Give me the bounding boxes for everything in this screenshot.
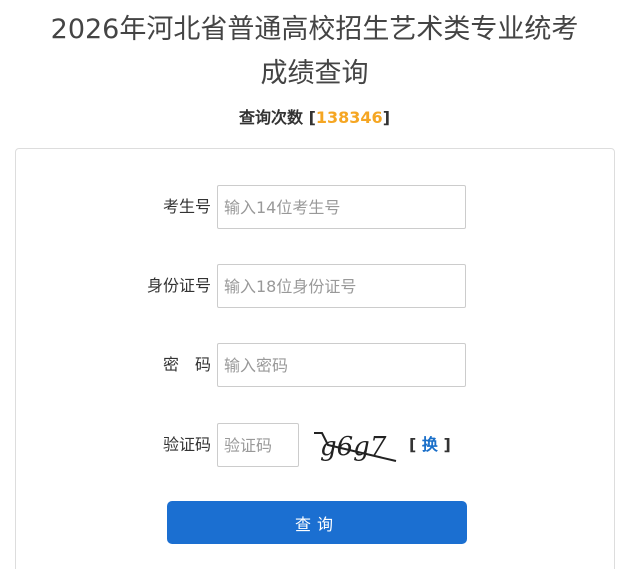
query-counter-close-bracket: ] (382, 108, 390, 127)
id-card-label: 身份证号 (146, 276, 211, 295)
query-form-panel: 考生号 身份证号 密 码 验证码 g6g7 [ 换 ] 查询 (15, 148, 615, 569)
page-subtitle: 成绩查询 (260, 58, 369, 89)
query-counter-label: 查询次数 (238, 108, 303, 127)
captcha-refresh-link[interactable]: [ 换 ] (409, 423, 451, 467)
candidate-id-input[interactable] (217, 185, 466, 229)
refresh-open-bracket: [ (409, 435, 417, 454)
query-counter-open-bracket: [ (308, 108, 316, 127)
query-submit-button[interactable]: 查询 (167, 501, 467, 544)
captcha-label: 验证码 (162, 435, 211, 454)
password-row: 密 码 (16, 343, 614, 387)
id-card-row: 身份证号 (16, 264, 614, 308)
captcha-row: 验证码 g6g7 [ 换 ] (16, 423, 614, 467)
refresh-label: 换 (421, 435, 438, 454)
refresh-close-bracket: ] (443, 435, 451, 454)
query-counter: 查询次数 [138346] (0, 106, 629, 130)
candidate-id-row: 考生号 (16, 185, 614, 229)
captcha-input[interactable] (217, 423, 299, 467)
captcha-image[interactable]: g6g7 (312, 423, 398, 467)
page-title: 2026年河北省普通高校招生艺术类专业统考 (50, 14, 579, 45)
password-label: 密 码 (162, 355, 211, 374)
password-input[interactable] (217, 343, 466, 387)
id-card-input[interactable] (217, 264, 466, 308)
query-counter-value: 138346 (315, 108, 383, 127)
candidate-id-label: 考生号 (162, 197, 211, 216)
score-query-page: 2026年河北省普通高校招生艺术类专业统考 成绩查询 查询次数 [138346]… (0, 0, 629, 569)
